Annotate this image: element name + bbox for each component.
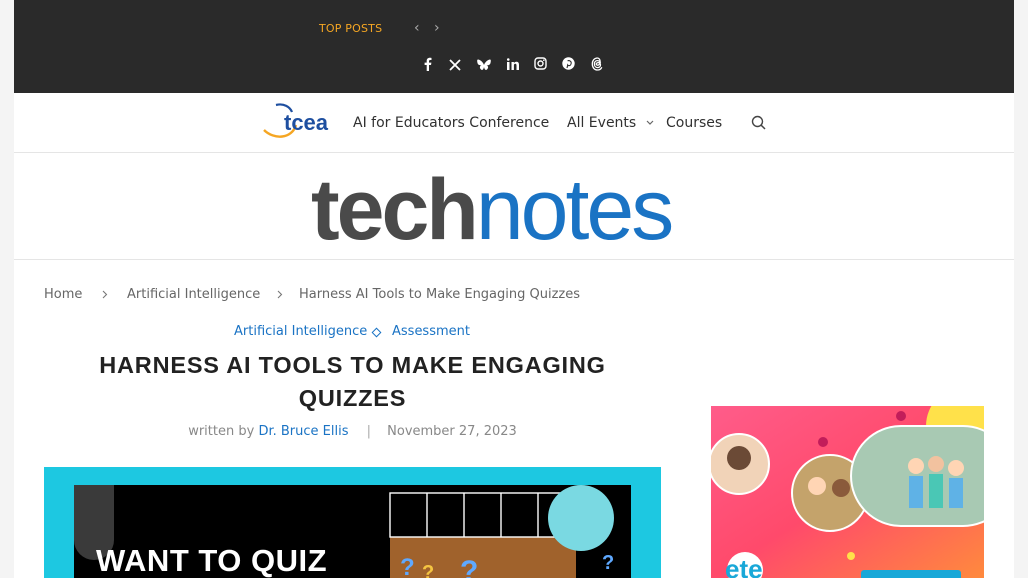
svg-text:ete: ete	[725, 554, 763, 578]
nav-courses[interactable]: Courses	[666, 115, 722, 131]
threads-icon[interactable]	[591, 57, 604, 71]
chevron-down-icon	[646, 120, 654, 125]
pinterest-icon[interactable]	[562, 57, 575, 70]
svg-text:?: ?	[400, 554, 415, 578]
breadcrumb-current: Harness AI Tools to Make Engaging Quizze…	[299, 287, 581, 302]
wordmark-notes: notes	[476, 167, 671, 247]
page-frame: TOP POSTS ‹ › tcea AI for Educators Conf…	[14, 0, 1014, 578]
x-icon[interactable]	[449, 59, 461, 71]
breadcrumb-category[interactable]: Artificial Intelligence	[127, 287, 260, 302]
breadcrumb-home[interactable]: Home	[44, 287, 82, 302]
next-post-button[interactable]: ›	[434, 20, 440, 36]
technotes-brand: technotes	[14, 153, 1014, 260]
post-date: November 27, 2023	[387, 424, 517, 439]
featured-image: ? ? ? ? WANT TO QUIZ	[44, 467, 661, 578]
nav-all-events-label: All Events	[567, 115, 637, 131]
diamond-separator-icon	[371, 327, 382, 338]
facebook-icon[interactable]	[423, 57, 433, 71]
nav-all-events[interactable]: All Events	[567, 115, 654, 131]
instagram-icon[interactable]	[534, 57, 547, 70]
technotes-wordmark[interactable]: technotes	[311, 167, 721, 247]
sidebar-ad[interactable]: ete	[711, 406, 984, 578]
nav-ai-conference[interactable]: AI for Educators Conference	[353, 115, 549, 131]
svg-text:?: ?	[422, 562, 434, 578]
top-bar: TOP POSTS ‹ ›	[14, 0, 1014, 93]
post-title: Harness AI Tools to Make Engaging Quizze…	[99, 352, 606, 411]
top-posts-label: TOP POSTS	[319, 22, 383, 35]
logo-text: tcea	[284, 110, 329, 135]
linkedin-icon[interactable]	[507, 58, 519, 70]
chevron-right-icon	[277, 290, 283, 299]
main-nav: tcea AI for Educators Conference All Eve…	[14, 93, 1014, 153]
written-by-label: written by	[188, 424, 255, 439]
wordmark-tech: tech	[311, 167, 476, 247]
search-icon[interactable]	[751, 115, 767, 131]
author-link[interactable]: Dr. Bruce Ellis	[258, 424, 348, 439]
svg-text:technotes: technotes	[311, 167, 671, 247]
featured-image-panel: ? ? ? ? WANT TO QUIZ	[74, 485, 631, 578]
category-artificial-intelligence[interactable]: Artificial Intelligence	[234, 324, 367, 339]
svg-text:?: ?	[460, 555, 478, 578]
chevron-right-icon	[102, 290, 108, 299]
meta-divider: |	[366, 424, 371, 439]
tcea-logo[interactable]: tcea	[254, 99, 338, 139]
post-meta: written by Dr. Bruce Ellis | November 27…	[44, 424, 661, 439]
category-assessment[interactable]: Assessment	[392, 324, 470, 339]
featured-image-text: WANT TO QUIZ	[96, 543, 328, 578]
bluesky-icon[interactable]	[477, 59, 491, 71]
svg-text:?: ?	[602, 552, 614, 574]
ad-graphic: ete	[711, 406, 984, 578]
prev-post-button[interactable]: ‹	[414, 20, 420, 36]
